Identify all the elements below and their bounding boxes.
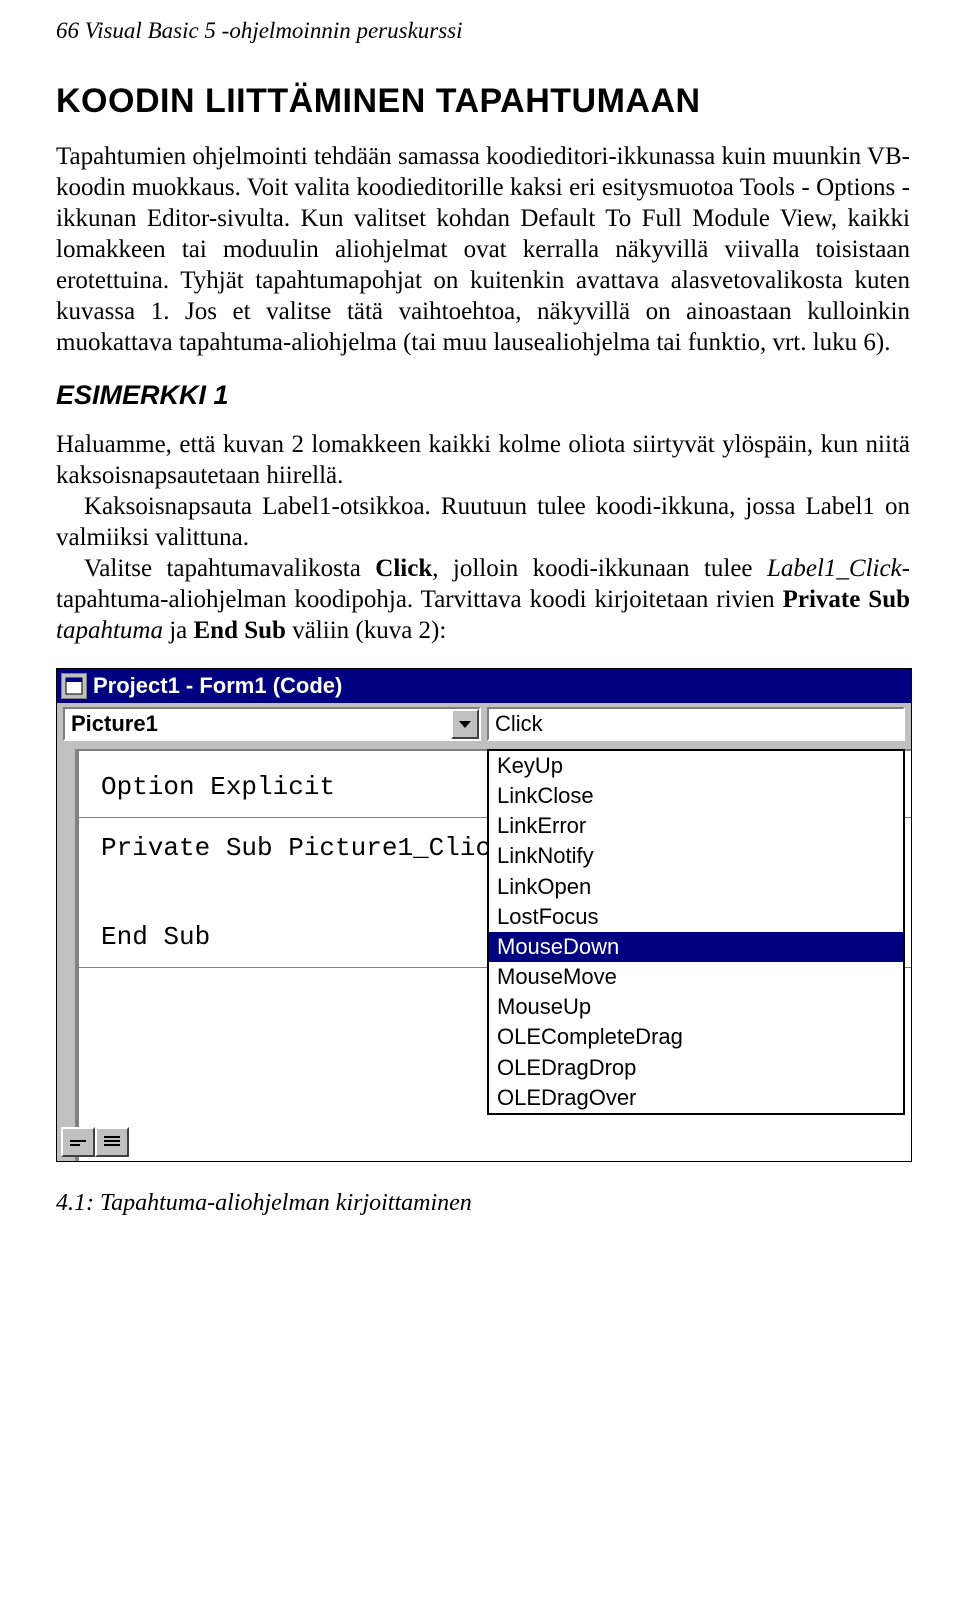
event-option[interactable]: LinkError bbox=[489, 811, 903, 841]
chevron-down-icon bbox=[459, 721, 471, 728]
para2c-2: , jolloin koodi-ikkunaan tulee bbox=[432, 555, 767, 582]
main-heading: KOODIN LIITTÄMINEN TAPAHTUMAAN bbox=[56, 82, 910, 121]
event-option[interactable]: LinkNotify bbox=[489, 841, 903, 871]
para2c-bold1: Click bbox=[375, 555, 432, 582]
para2c-ital: Label1_Click bbox=[767, 555, 902, 582]
procedure-combo[interactable]: Click bbox=[487, 707, 905, 741]
page-header: 66 Visual Basic 5 -ohjelmoinnin peruskur… bbox=[56, 18, 910, 44]
para2a: Haluamme, että kuvan 2 lomakkeen kaikki … bbox=[56, 431, 910, 489]
code-window: Project1 - Form1 (Code) Picture1 Click O… bbox=[56, 668, 912, 1162]
para2c-1: Valitse tapahtumavalikosta bbox=[84, 555, 375, 582]
para2c-6: väliin (kuva 2): bbox=[286, 617, 446, 644]
event-option[interactable]: OLECompleteDrag bbox=[489, 1022, 903, 1052]
para2c-bold2: Private Sub bbox=[783, 586, 910, 613]
event-option[interactable]: KeyUp bbox=[489, 751, 903, 781]
procedure-view-button[interactable] bbox=[61, 1127, 95, 1157]
event-option[interactable]: LostFocus bbox=[489, 902, 903, 932]
paragraph-2: Haluamme, että kuvan 2 lomakkeen kaikki … bbox=[56, 429, 910, 646]
procedure-combo-text: Click bbox=[489, 709, 903, 739]
para2c-bold3: End Sub bbox=[194, 617, 286, 644]
sub-heading-example: ESIMERKKI 1 bbox=[56, 380, 910, 411]
window-icon bbox=[61, 673, 87, 699]
paragraph-1: Tapahtumien ohjelmointi tehdään samassa … bbox=[56, 141, 910, 358]
object-combo-button[interactable] bbox=[451, 709, 479, 739]
event-option[interactable]: LinkClose bbox=[489, 781, 903, 811]
event-option[interactable]: MouseUp bbox=[489, 992, 903, 1022]
margin-indicator-bar bbox=[57, 749, 77, 1161]
event-option[interactable]: OLEDragOver bbox=[489, 1083, 903, 1113]
figure-caption: 4.1: Tapahtuma-aliohjelman kirjoittamine… bbox=[56, 1190, 910, 1217]
object-combo-text: Picture1 bbox=[65, 709, 451, 739]
event-dropdown-list[interactable]: KeyUpLinkCloseLinkErrorLinkNotifyLinkOpe… bbox=[487, 749, 905, 1115]
para2c-5: ja bbox=[163, 617, 194, 644]
para2c-ital2: tapahtuma bbox=[56, 617, 163, 644]
object-combo[interactable]: Picture1 bbox=[63, 707, 481, 741]
view-buttons bbox=[61, 1127, 129, 1157]
combo-row: Picture1 Click bbox=[57, 703, 911, 747]
event-option[interactable]: LinkOpen bbox=[489, 872, 903, 902]
titlebar[interactable]: Project1 - Form1 (Code) bbox=[57, 669, 911, 703]
full-module-view-button[interactable] bbox=[95, 1127, 129, 1157]
event-option[interactable]: MouseDown bbox=[489, 932, 903, 962]
para2b: Kaksoisnapsauta Label1-otsikkoa. Ruutuun… bbox=[56, 493, 910, 551]
event-option[interactable]: MouseMove bbox=[489, 962, 903, 992]
event-option[interactable]: OLEDragDrop bbox=[489, 1053, 903, 1083]
titlebar-text: Project1 - Form1 (Code) bbox=[93, 673, 342, 699]
